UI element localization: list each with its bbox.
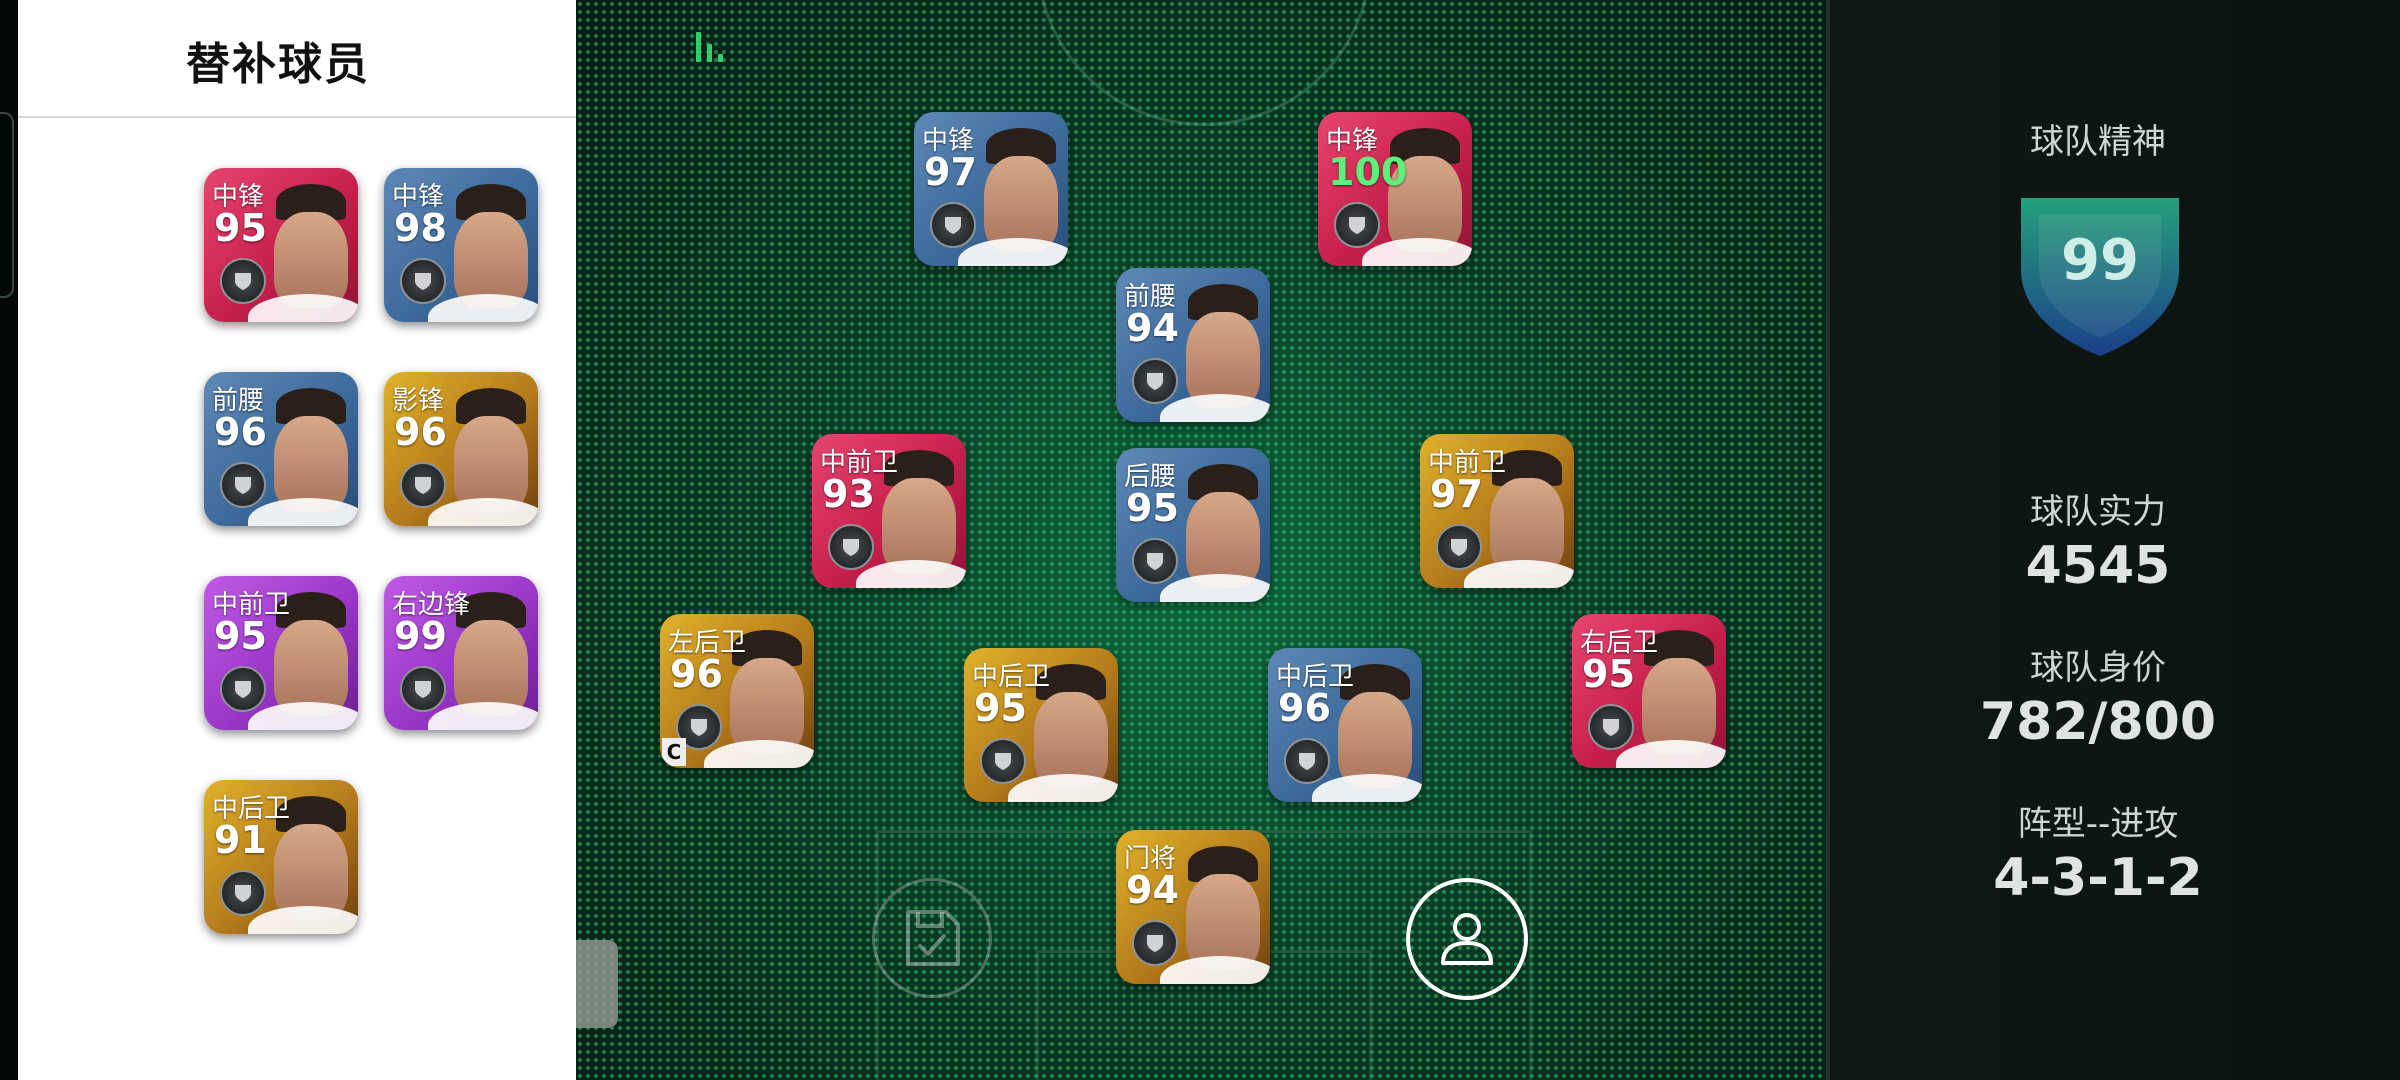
player-rating: 96 <box>214 410 267 454</box>
team-badge-icon <box>400 666 446 712</box>
team-spirit-label: 球队精神 <box>2030 122 2166 162</box>
player-rating: 95 <box>214 206 267 250</box>
team-badge-icon <box>1284 738 1330 784</box>
team-badge-icon <box>400 258 446 304</box>
player-rating: 93 <box>822 472 875 516</box>
sub-player-card[interactable]: 中前卫 95 <box>204 576 358 730</box>
player-rating: 99 <box>394 614 447 658</box>
formation-label: 阵型--进攻 <box>2017 804 2179 844</box>
team-strength-value: 4545 <box>2025 536 2171 596</box>
player-rating: 98 <box>394 206 447 250</box>
player-shirt <box>1160 574 1270 602</box>
team-value-label: 球队身价 <box>2030 648 2166 688</box>
player-rating: 95 <box>1582 652 1635 696</box>
player-profile-button[interactable] <box>1406 878 1528 1000</box>
player-shirt <box>1616 740 1726 768</box>
player-shirt <box>248 498 358 526</box>
player-rating: 91 <box>214 818 267 862</box>
player-rating: 97 <box>1430 472 1483 516</box>
player-shirt <box>428 294 538 322</box>
player-shirt <box>856 560 966 588</box>
player-rating: 97 <box>924 150 977 194</box>
team-badge-icon <box>1132 358 1178 404</box>
player-rating: 95 <box>974 686 1027 730</box>
player-rating: 94 <box>1126 868 1179 912</box>
player-shirt <box>1464 560 1574 588</box>
pitch: 中锋 97 中锋 100 前腰 94 中前卫 93 后腰 95 中前卫 97 左后卫 96 C … <box>576 0 1826 1080</box>
captain-badge: C <box>662 738 686 766</box>
team-badge-icon <box>400 462 446 508</box>
save-lineup-icon <box>906 910 960 966</box>
center-circle <box>1036 0 1372 126</box>
pitch-side-tab[interactable] <box>576 940 618 1028</box>
substitutes-title: 替补球员 <box>186 39 370 90</box>
lineup-player-card[interactable]: 中前卫 97 <box>1420 434 1574 588</box>
player-shirt <box>428 702 538 730</box>
lineup-player-card[interactable]: 右后卫 95 <box>1572 614 1726 768</box>
player-rating: 96 <box>1278 686 1331 730</box>
team-spirit-value: 99 <box>2061 228 2139 293</box>
player-shirt <box>248 906 358 934</box>
lineup-player-card[interactable]: 中后卫 96 <box>1268 648 1422 802</box>
lineup-player-card[interactable]: 后腰 95 <box>1116 448 1270 602</box>
player-shirt <box>1362 238 1472 266</box>
player-rating: 95 <box>214 614 267 658</box>
player-shirt <box>1160 956 1270 984</box>
save-lineup-button[interactable] <box>872 878 992 998</box>
player-rating: 94 <box>1126 306 1179 350</box>
player-shirt <box>1160 394 1270 422</box>
team-badge-icon <box>220 870 266 916</box>
player-rating: 96 <box>394 410 447 454</box>
team-badge-icon <box>828 524 874 570</box>
team-badge-icon <box>1588 704 1634 750</box>
substitutes-panel: 替补球员 中锋 95 中锋 98 前腰 96 影锋 96 中前卫 95 右边锋 99 中后卫… <box>18 0 576 1080</box>
player-shirt <box>248 702 358 730</box>
lineup-player-card[interactable]: 前腰 94 <box>1116 268 1270 422</box>
lineup-player-card[interactable]: 中锋 100 <box>1318 112 1472 266</box>
team-badge-icon <box>930 202 976 248</box>
team-badge-icon <box>220 258 266 304</box>
team-strength-label: 球队实力 <box>2030 492 2166 532</box>
formation-value: 4-3-1-2 <box>1993 848 2203 908</box>
divider <box>18 116 576 118</box>
team-badge-icon <box>220 462 266 508</box>
signal-strength-icon <box>696 26 736 62</box>
player-rating: 96 <box>670 652 723 696</box>
sub-player-card[interactable]: 中锋 95 <box>204 168 358 322</box>
lineup-player-card[interactable]: 左后卫 96 C <box>660 614 814 768</box>
team-stats-panel: 球队精神 99 球队实力 4545 球队身价 782/800 阵型--进攻 4-… <box>1830 0 2400 1080</box>
lineup-player-card[interactable]: 中前卫 93 <box>812 434 966 588</box>
player-shirt <box>248 294 358 322</box>
player-shirt <box>958 238 1068 266</box>
sub-player-card[interactable]: 影锋 96 <box>384 372 538 526</box>
team-value-value: 782/800 <box>1979 692 2217 752</box>
team-badge-icon <box>1436 524 1482 570</box>
player-shirt <box>1312 774 1422 802</box>
lineup-player-card[interactable]: 门将 94 <box>1116 830 1270 984</box>
player-shirt <box>1008 774 1118 802</box>
team-badge-icon <box>1334 202 1380 248</box>
sub-player-card[interactable]: 右边锋 99 <box>384 576 538 730</box>
player-shirt <box>704 740 814 768</box>
edge-handle[interactable] <box>0 112 14 298</box>
lineup-player-card[interactable]: 中锋 97 <box>914 112 1068 266</box>
team-badge-icon <box>980 738 1026 784</box>
player-rating: 100 <box>1328 150 1408 194</box>
left-edge <box>0 0 18 1080</box>
sub-player-card[interactable]: 中锋 98 <box>384 168 538 322</box>
player-profile-icon <box>1441 913 1493 965</box>
sub-player-card[interactable]: 前腰 96 <box>204 372 358 526</box>
player-rating: 95 <box>1126 486 1179 530</box>
lineup-player-card[interactable]: 中后卫 95 <box>964 648 1118 802</box>
sub-player-card[interactable]: 中后卫 91 <box>204 780 358 934</box>
team-badge-icon <box>1132 920 1178 966</box>
player-shirt <box>428 498 538 526</box>
team-badge-icon <box>1132 538 1178 584</box>
team-badge-icon <box>220 666 266 712</box>
